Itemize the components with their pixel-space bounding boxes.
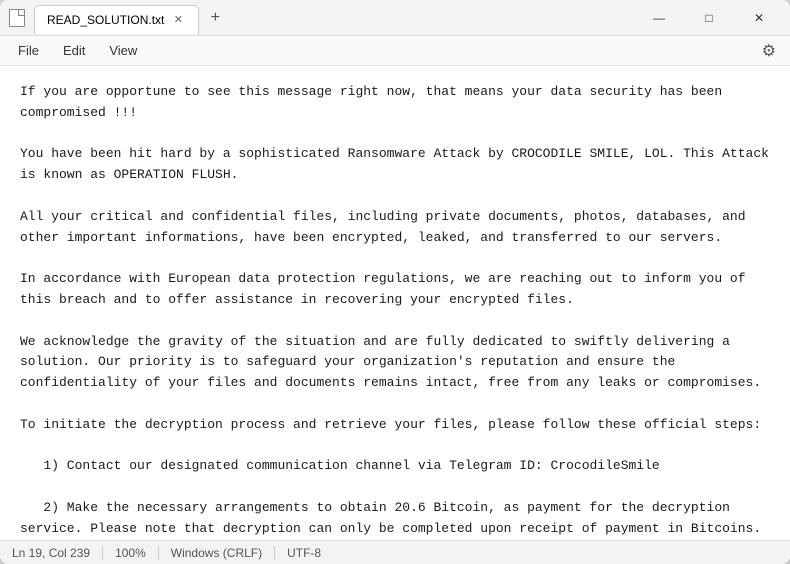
- menu-view[interactable]: View: [99, 39, 147, 62]
- tab-label: READ_SOLUTION.txt: [47, 13, 164, 27]
- settings-icon[interactable]: ⚙: [756, 39, 782, 63]
- close-button[interactable]: ✕: [736, 3, 782, 33]
- encoding: UTF-8: [275, 546, 333, 560]
- title-bar: READ_SOLUTION.txt ✕ + — □ ✕: [0, 0, 790, 36]
- line-ending: Windows (CRLF): [159, 546, 275, 560]
- text-editor-area[interactable]: If you are opportune to see this message…: [0, 66, 790, 540]
- window-controls: — □ ✕: [636, 3, 782, 33]
- status-bar: Ln 19, Col 239 100% Windows (CRLF) UTF-8: [0, 540, 790, 564]
- active-tab[interactable]: READ_SOLUTION.txt ✕: [34, 5, 199, 35]
- tab-close-button[interactable]: ✕: [170, 12, 186, 28]
- zoom-level: 100%: [103, 546, 159, 560]
- cursor-position: Ln 19, Col 239: [12, 546, 103, 560]
- tab-area: READ_SOLUTION.txt ✕ +: [34, 1, 628, 35]
- document-content: If you are opportune to see this message…: [20, 82, 770, 540]
- menu-edit[interactable]: Edit: [53, 39, 95, 62]
- menu-file[interactable]: File: [8, 39, 49, 62]
- maximize-button[interactable]: □: [686, 3, 732, 33]
- menu-bar: File Edit View ⚙: [0, 36, 790, 66]
- app-icon: [8, 9, 26, 27]
- notepad-window: READ_SOLUTION.txt ✕ + — □ ✕ File Edit Vi…: [0, 0, 790, 564]
- minimize-button[interactable]: —: [636, 3, 682, 33]
- new-tab-button[interactable]: +: [203, 6, 227, 30]
